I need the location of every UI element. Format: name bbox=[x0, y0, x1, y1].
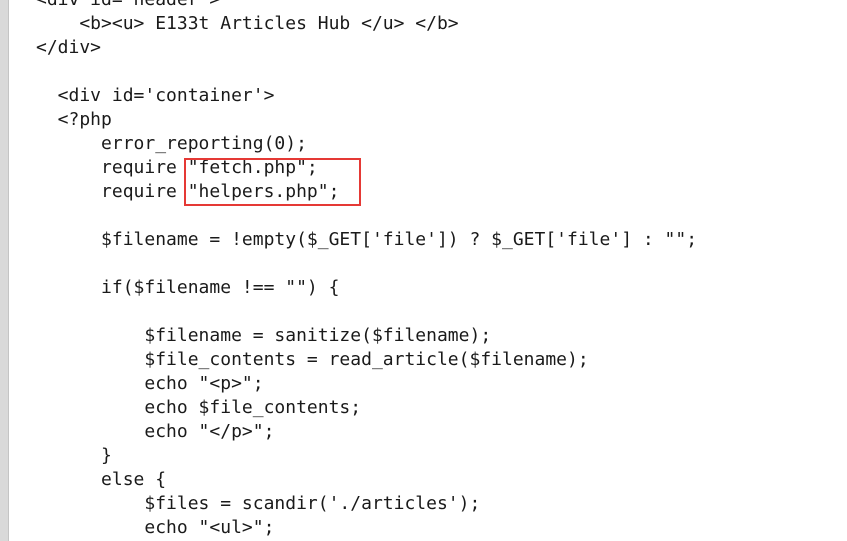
code-line-2: <b><u> E133t Articles Hub </u> </b> bbox=[36, 13, 459, 34]
code-line-22: $files = scandir('./articles'); bbox=[36, 493, 481, 514]
code-line-11: $filename = !empty($_GET['file']) ? $_GE… bbox=[36, 229, 698, 250]
code-line-20: } bbox=[36, 445, 112, 466]
code-line-13: if($filename !== "") { bbox=[36, 277, 340, 298]
code-line-5: <div id='container'> bbox=[36, 85, 275, 106]
code-line-7: error_reporting(0); bbox=[36, 133, 307, 154]
code-line-9: require "helpers.php"; bbox=[36, 181, 340, 202]
code-line-1: <div id='header'> bbox=[36, 0, 220, 12]
code-line-15: $filename = sanitize($filename); bbox=[36, 325, 492, 346]
code-line-21: else { bbox=[36, 469, 167, 490]
code-line-17: echo "<p>"; bbox=[36, 373, 264, 394]
code-line-6: <?php bbox=[36, 109, 112, 130]
code-line-16: $file_contents = read_article($filename)… bbox=[36, 349, 589, 370]
code-line-23: echo "<ul>"; bbox=[36, 517, 275, 538]
code-line-19: echo "</p>"; bbox=[36, 421, 275, 442]
code-line-18: echo $file_contents; bbox=[36, 397, 362, 418]
code-line-3: </div> bbox=[36, 37, 102, 58]
editor-left-border bbox=[0, 0, 9, 541]
code-viewer: <div id='header'> <b><u> E133t Articles … bbox=[0, 0, 847, 541]
code-line-8: require "fetch.php"; bbox=[36, 157, 318, 178]
